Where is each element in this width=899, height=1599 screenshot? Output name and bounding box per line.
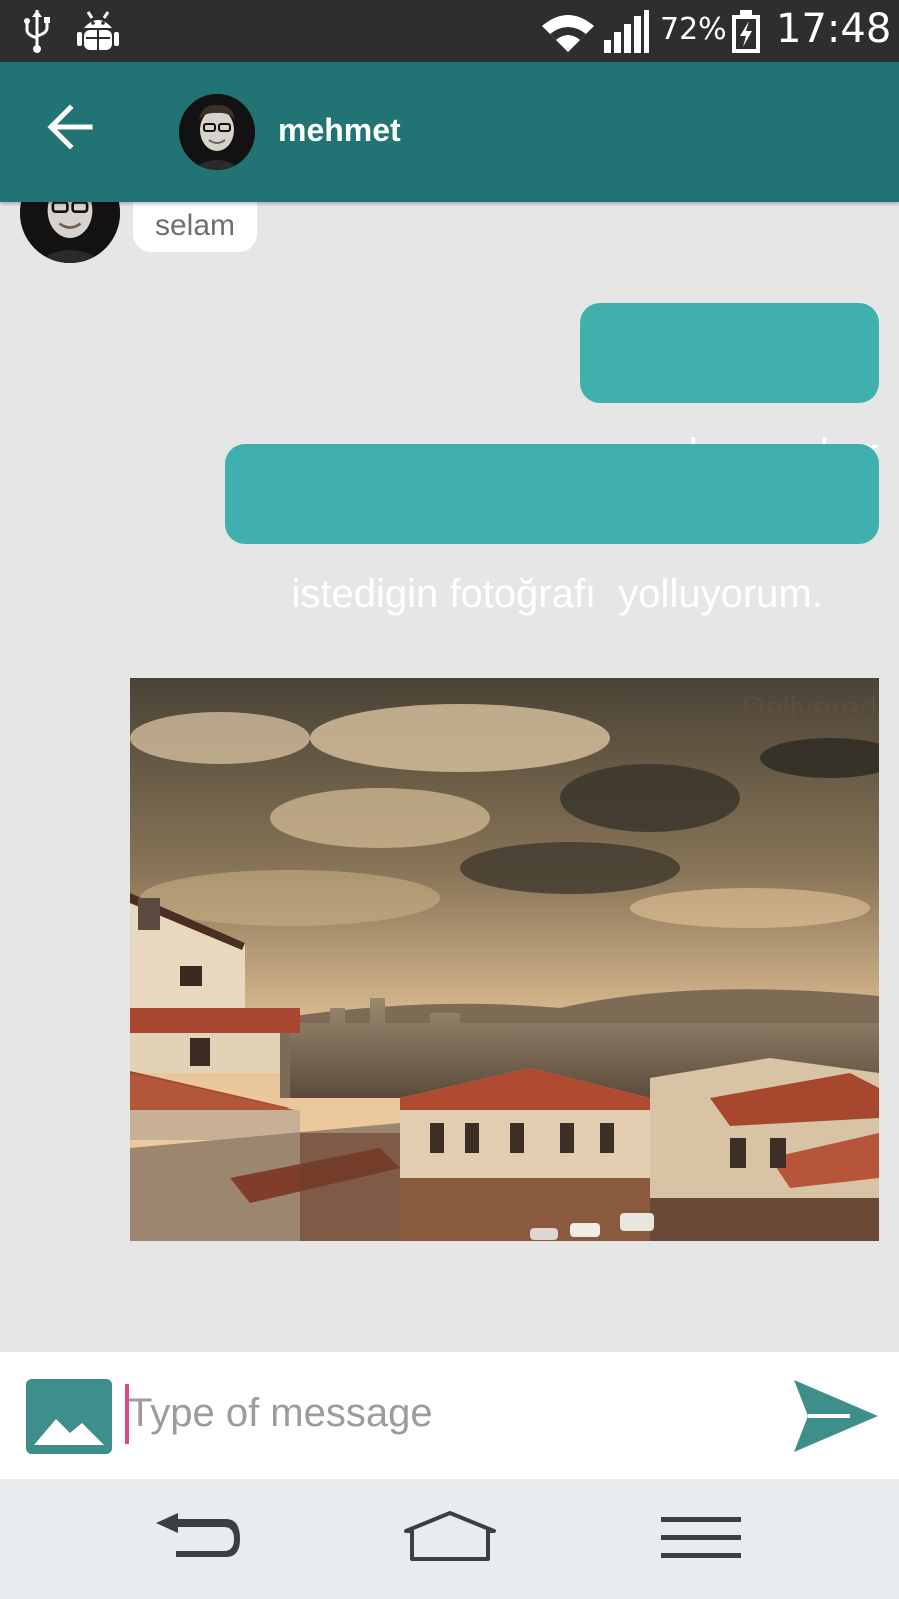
- signal-icon: [604, 10, 649, 53]
- usb-icon: [24, 10, 50, 53]
- message-text: selam: [155, 209, 236, 242]
- send-button[interactable]: [790, 1376, 880, 1456]
- status-bar: 72% 17:48: [0, 0, 899, 62]
- contact-name: mehmet: [278, 112, 401, 148]
- outgoing-message-bubble[interactable]: selam, naber: [580, 303, 879, 475]
- android-debug-icon: [77, 11, 119, 50]
- battery-percentage: 72%: [660, 12, 727, 47]
- incoming-avatar[interactable]: [20, 202, 120, 263]
- message-text: istedigin fotoğrafı yolluyorum.: [291, 572, 823, 616]
- wifi-icon: [542, 15, 594, 52]
- sent-photo: [130, 678, 879, 1241]
- navigation-bar: [0, 1479, 899, 1599]
- avatar-photo: [179, 94, 255, 170]
- image-icon: [26, 1379, 112, 1454]
- app-bar: mehmet: [0, 62, 899, 202]
- outgoing-message-bubble[interactable]: istedigin fotoğrafı yolluyorum.: [225, 444, 879, 616]
- message-composer: [0, 1352, 899, 1479]
- message-input[interactable]: [128, 1378, 748, 1448]
- attach-image-button[interactable]: [26, 1379, 112, 1454]
- avatar-photo: [20, 202, 120, 263]
- menu-nav-icon[interactable]: [661, 1517, 741, 1559]
- back-nav-icon[interactable]: [152, 1509, 244, 1569]
- contact-avatar[interactable]: [179, 94, 255, 170]
- battery-charging-icon: [732, 10, 760, 53]
- chat-area[interactable]: selam selam, naber istedigin fotoğrafı y…: [0, 202, 899, 1352]
- back-button[interactable]: [38, 94, 104, 160]
- send-icon: [794, 1380, 878, 1452]
- arrow-left-icon: [47, 104, 93, 150]
- image-message[interactable]: Delivered: [130, 678, 879, 1241]
- home-nav-icon[interactable]: [402, 1509, 498, 1569]
- delivery-status: Delivered: [741, 690, 877, 726]
- incoming-message-bubble[interactable]: selam: [133, 202, 258, 252]
- clock: 17:48: [776, 6, 892, 52]
